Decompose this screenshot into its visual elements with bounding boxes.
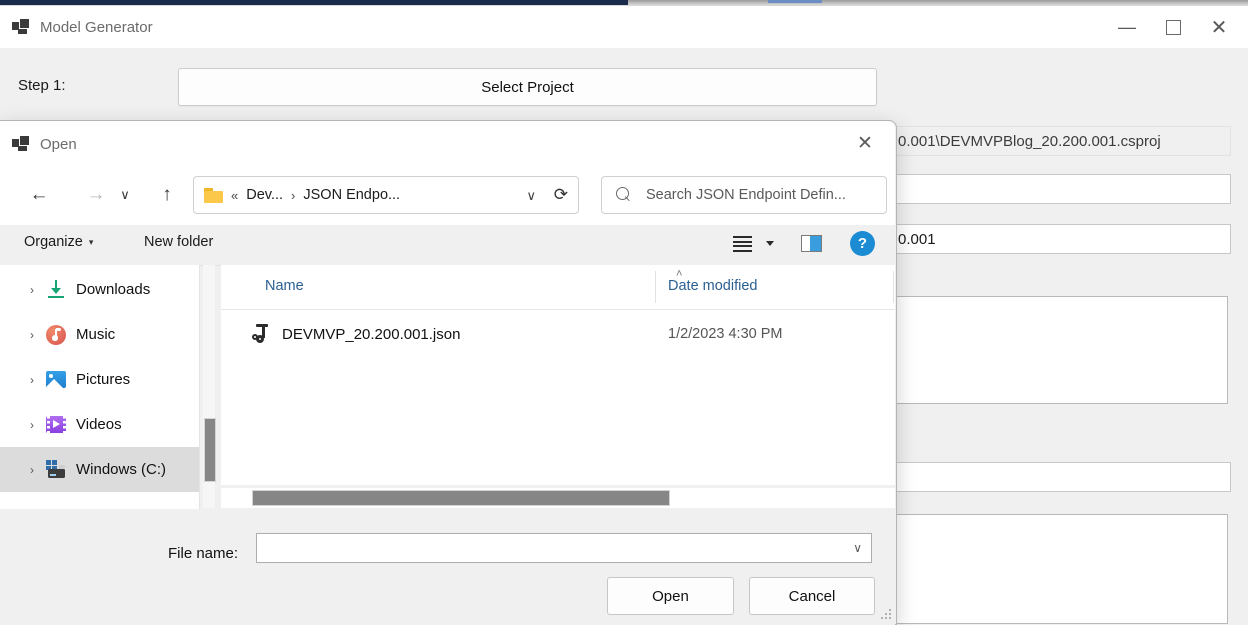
sidebar-item-windows-c[interactable]: › Windows (C:)	[0, 447, 199, 492]
view-chevron-down-icon[interactable]	[766, 241, 774, 246]
column-header-name[interactable]: Name	[265, 278, 304, 294]
downloads-icon	[46, 279, 67, 300]
close-button[interactable]: ✕	[1196, 6, 1248, 48]
app-field-4[interactable]	[891, 462, 1231, 492]
resize-grip[interactable]	[880, 609, 893, 622]
search-box[interactable]: Search JSON Endpoint Defin...	[601, 176, 887, 214]
videos-icon	[46, 414, 67, 435]
list-view-icon[interactable]	[733, 236, 752, 252]
open-file-dialog: Open ✕ ← → ∨ ↑ « Dev... › JSON Endpo... …	[0, 120, 897, 625]
chevron-down-icon: ▾	[88, 236, 94, 247]
window-controls: — ✕	[1104, 6, 1248, 48]
search-placeholder: Search JSON Endpoint Defin...	[646, 187, 846, 203]
dialog-app-icon	[12, 136, 30, 152]
dialog-title: Open	[40, 135, 77, 153]
maximize-icon	[1165, 19, 1181, 35]
dialog-close-button[interactable]: ✕	[843, 121, 887, 165]
project-path-field: 0.001\DEVMVPBlog_20.200.001.csproj	[891, 126, 1231, 156]
chevron-right-icon[interactable]: ›	[18, 328, 46, 342]
maximize-button[interactable]	[1150, 6, 1196, 48]
file-name-cell: DEVMVP_20.200.001.json	[282, 325, 461, 343]
column-divider[interactable]	[893, 271, 894, 303]
app-titlebar: Model Generator — ✕	[0, 6, 1248, 48]
sidebar-label-downloads: Downloads	[76, 281, 151, 298]
sidebar-label-music: Music	[76, 326, 116, 343]
chevron-down-icon[interactable]: ∨	[853, 541, 862, 555]
chevron-right-icon[interactable]: ›	[18, 283, 46, 297]
organize-label: Organize	[24, 234, 83, 250]
screen: Model Generator — ✕ Step 1: Select Proje…	[0, 0, 1248, 625]
app-squares-icon	[12, 19, 30, 35]
app-field-3[interactable]: 0.001	[891, 224, 1231, 254]
background-window-accent	[768, 0, 822, 3]
dialog-toolbar: Organize ▾ New folder ?	[0, 225, 895, 266]
sidebar-item-pictures[interactable]: › Pictures	[0, 357, 199, 402]
column-divider[interactable]	[655, 271, 656, 303]
recent-locations-button[interactable]: ∨	[106, 176, 144, 214]
pictures-icon	[46, 369, 67, 390]
sidebar-item-music[interactable]: › Music	[0, 312, 199, 357]
help-icon[interactable]: ?	[850, 231, 875, 256]
app-field-2[interactable]	[891, 174, 1231, 204]
navigation-pane: › Downloads › Music › Pictures › Videos …	[0, 265, 200, 509]
folder-icon	[204, 187, 223, 203]
address-bar[interactable]: « Dev... › JSON Endpo... ∨ ⟳	[193, 176, 579, 214]
navigation-pane-scroll-thumb[interactable]	[204, 418, 216, 482]
breadcrumb-overflow[interactable]: «	[231, 188, 238, 203]
new-folder-label: New folder	[144, 234, 214, 250]
column-header-date-modified[interactable]: Date modified	[668, 278, 757, 294]
app-panel-1	[891, 296, 1228, 404]
preview-pane-icon[interactable]	[801, 235, 822, 252]
file-list-column-header: ˄ Name Date modified	[221, 265, 895, 310]
app-title: Model Generator	[40, 18, 153, 36]
file-list-horizontal-scroll-thumb[interactable]	[252, 490, 670, 506]
file-name-input[interactable]: ∨	[256, 533, 872, 563]
app-panel-2	[891, 514, 1228, 624]
organize-button[interactable]: Organize ▾	[24, 234, 93, 250]
breadcrumb-separator: ›	[291, 187, 296, 203]
sidebar-label-windows-c: Windows (C:)	[76, 461, 167, 478]
cancel-button[interactable]: Cancel	[749, 577, 875, 615]
address-dropdown-icon[interactable]: ∨	[526, 188, 536, 204]
drive-icon	[46, 459, 67, 480]
back-button[interactable]: ←	[20, 176, 58, 214]
sidebar-label-pictures: Pictures	[76, 371, 131, 388]
new-folder-button[interactable]: New folder	[144, 234, 213, 250]
sidebar-item-downloads[interactable]: › Downloads	[0, 267, 199, 312]
breadcrumb-item-dev[interactable]: Dev...	[246, 187, 283, 203]
open-button[interactable]: Open	[607, 577, 734, 615]
dialog-titlebar: Open ✕	[0, 121, 895, 167]
dialog-navigation-bar: ← → ∨ ↑ « Dev... › JSON Endpo... ∨ ⟳ Sea…	[0, 167, 895, 225]
json-file-icon	[252, 324, 271, 344]
up-button[interactable]: ↑	[148, 176, 186, 214]
minimize-button[interactable]: —	[1104, 6, 1150, 48]
step-1-label: Step 1:	[18, 77, 66, 94]
file-date-cell: 1/2/2023 4:30 PM	[668, 326, 783, 342]
file-list-pane: ˄ Name Date modified DEVMVP_20.200.001.j…	[221, 265, 895, 485]
sidebar-label-videos: Videos	[76, 416, 122, 433]
select-project-button[interactable]: Select Project	[178, 68, 877, 106]
dialog-content: › Downloads › Music › Pictures › Videos …	[0, 265, 895, 509]
chevron-right-icon[interactable]: ›	[18, 463, 46, 477]
chevron-right-icon[interactable]: ›	[18, 418, 46, 432]
table-row[interactable]: DEVMVP_20.200.001.json 1/2/2023 4:30 PM	[221, 317, 895, 351]
file-name-label: File name:	[168, 545, 239, 562]
chevron-right-icon[interactable]: ›	[18, 373, 46, 387]
sidebar-item-videos[interactable]: › Videos	[0, 402, 199, 447]
breadcrumb-item-json-endpoint[interactable]: JSON Endpo...	[303, 187, 400, 203]
refresh-icon[interactable]: ⟳	[554, 185, 568, 205]
search-icon	[616, 187, 632, 203]
music-icon	[46, 324, 67, 345]
step-1-row: Step 1: Select Project	[0, 68, 1248, 108]
